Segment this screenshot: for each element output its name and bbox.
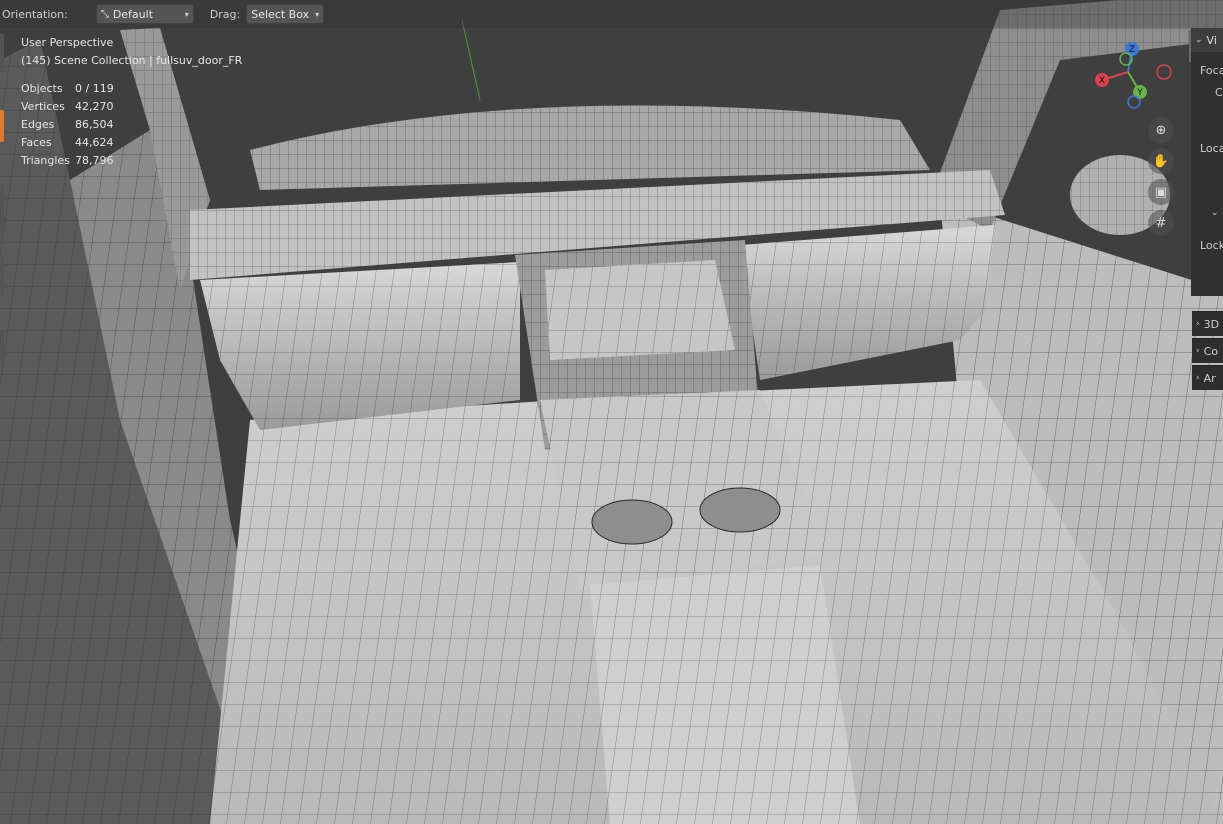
stat-row: Vertices 42,270 bbox=[21, 98, 242, 116]
viewport-header: Orientation: ⤡ Default ▾ Drag: Select Bo… bbox=[0, 0, 1223, 28]
left-toolbar[interactable] bbox=[0, 34, 4, 364]
sidebar-panel: ⌄ Vi Foca C Loca ⌄ Lock bbox=[1191, 28, 1223, 296]
orientation-label: Orientation: bbox=[2, 7, 68, 21]
drag-label: Drag: bbox=[209, 7, 241, 21]
gizmo-neg-x-axis[interactable] bbox=[1156, 64, 1172, 80]
section-label: Co bbox=[1203, 344, 1219, 358]
section-annotations[interactable]: › Ar bbox=[1192, 365, 1223, 390]
toolbar-select-tool[interactable] bbox=[0, 34, 4, 72]
sidebar-tab[interactable] bbox=[1189, 30, 1191, 62]
stat-value: 42,270 bbox=[75, 100, 114, 113]
stat-label: Triangles bbox=[21, 154, 70, 167]
clip-label: C bbox=[1215, 86, 1223, 99]
chevron-down-icon: ⌄ bbox=[1211, 208, 1219, 218]
toolbar-measure-tool[interactable] bbox=[0, 330, 4, 362]
grid-ortho-icon[interactable]: # bbox=[1148, 210, 1174, 236]
stat-value: 86,504 bbox=[75, 118, 114, 131]
chevron-down-icon: ▾ bbox=[315, 9, 320, 19]
section-3d-cursor[interactable]: › 3D bbox=[1192, 311, 1223, 336]
toolbar-annotate-tools[interactable] bbox=[0, 256, 4, 296]
gizmo-x-label: X bbox=[1099, 76, 1105, 86]
stat-label: Faces bbox=[21, 136, 52, 149]
collection-path: (145) Scene Collection | fullsuv_door_FR bbox=[21, 54, 243, 67]
stat-label: Vertices bbox=[21, 100, 65, 113]
view-name: User Perspective bbox=[21, 36, 114, 49]
local-label: Loca bbox=[1200, 142, 1223, 155]
section-label: 3D bbox=[1203, 317, 1220, 331]
toolbar-active-tool[interactable] bbox=[0, 110, 4, 142]
stat-value: 44,624 bbox=[75, 136, 114, 149]
chevron-right-icon: › bbox=[1196, 319, 1200, 329]
stat-row: Edges 86,504 bbox=[21, 116, 242, 134]
hand-pan-icon[interactable]: ✋ bbox=[1148, 148, 1174, 174]
navigation-gizmo[interactable]: Z X Y bbox=[1090, 40, 1180, 120]
stat-row: Triangles 78,796 bbox=[21, 152, 242, 170]
section-collections[interactable]: › Co bbox=[1192, 338, 1223, 363]
view-tab-label: Vi bbox=[1206, 33, 1217, 47]
chevron-right-icon: › bbox=[1196, 346, 1200, 356]
view-section-header[interactable]: ⌄ Vi bbox=[1191, 28, 1223, 52]
camera-icon[interactable]: ▣ bbox=[1148, 179, 1174, 205]
stat-value: 78,796 bbox=[75, 154, 114, 167]
stat-label: Edges bbox=[21, 118, 55, 131]
gizmo-neg-z-axis[interactable] bbox=[1127, 95, 1141, 109]
toolbar-transform-tools[interactable] bbox=[0, 184, 4, 244]
drag-value: Select Box bbox=[251, 7, 310, 21]
stat-label: Objects bbox=[21, 82, 63, 95]
chevron-down-icon: ⌄ bbox=[1195, 35, 1203, 45]
lock-label: Lock bbox=[1200, 239, 1223, 252]
chevron-down-icon: ▾ bbox=[184, 9, 189, 19]
orientation-value: Default bbox=[112, 7, 154, 21]
stat-row: Faces 44,624 bbox=[21, 134, 242, 152]
viewport-overlay: User Perspective (145) Scene Collection … bbox=[21, 34, 242, 170]
stat-row: Objects 0 / 119 bbox=[21, 80, 242, 98]
stat-value: 0 / 119 bbox=[75, 82, 114, 95]
section-label: Ar bbox=[1203, 371, 1216, 385]
zoom-icon[interactable]: ⊕ bbox=[1148, 117, 1174, 143]
chevron-right-icon: › bbox=[1196, 373, 1200, 383]
drag-dropdown[interactable]: Select Box ▾ bbox=[246, 4, 325, 24]
focal-label: Foca bbox=[1200, 64, 1223, 77]
orientation-dropdown[interactable]: ⤡ Default ▾ bbox=[95, 4, 194, 24]
transform-orientation-icon: ⤡ bbox=[100, 8, 109, 20]
